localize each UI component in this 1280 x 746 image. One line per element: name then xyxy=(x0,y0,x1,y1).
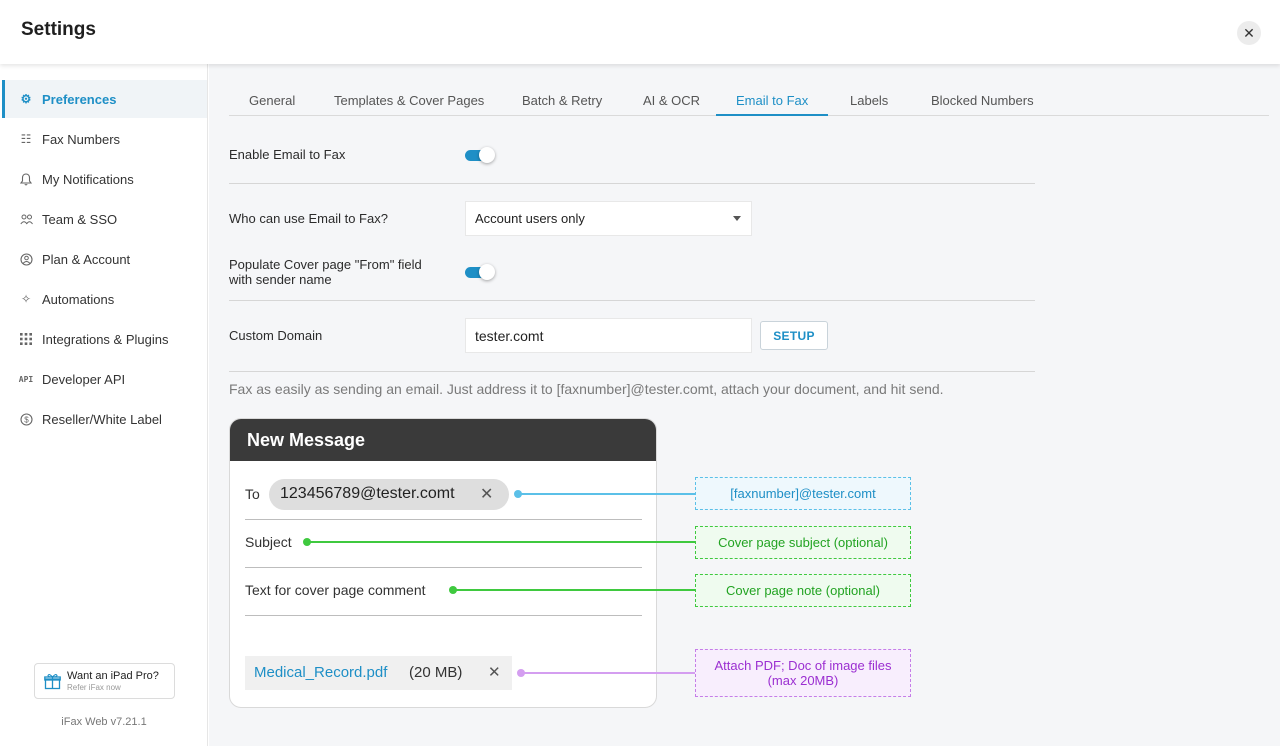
settings-main-panel: General Templates & Cover Pages Batch & … xyxy=(209,64,1280,746)
promo-title: Want an iPad Pro? xyxy=(67,670,159,682)
tab-templates-cover-pages[interactable]: Templates & Cover Pages xyxy=(334,93,484,108)
sidebar-item-label: Plan & Account xyxy=(42,251,131,267)
tab-ai-ocr[interactable]: AI & OCR xyxy=(643,93,700,108)
attach-callout-line2: (max 20MB) xyxy=(767,673,839,688)
attach-callout-line1: Attach PDF; Doc of image files xyxy=(714,658,892,673)
settings-tabs: General Templates & Cover Pages Batch & … xyxy=(229,86,1269,116)
sidebar-item-label: Developer API xyxy=(42,371,126,387)
populate-from-label-line2: with sender name xyxy=(229,272,332,287)
sidebar-item-reseller-white-label[interactable]: $ Reseller/White Label xyxy=(2,400,207,438)
sidebar-item-fax-numbers[interactable]: ☷ Fax Numbers xyxy=(2,120,207,158)
close-icon: ✕ xyxy=(488,664,501,681)
sidebar-item-automations[interactable]: ✧ Automations xyxy=(2,280,207,318)
subject-connector-line xyxy=(307,541,695,543)
sidebar-item-label: Fax Numbers xyxy=(42,131,121,147)
sidebar-item-label: Team & SSO xyxy=(42,211,118,227)
email-to-fax-help-text: Fax as easily as sending an email. Just … xyxy=(229,381,944,397)
new-message-preview: New Message To 123456789@tester.comt ✕ S… xyxy=(229,418,657,708)
toggle-knob xyxy=(479,147,495,163)
field-divider xyxy=(245,615,642,616)
who-can-use-label: Who can use Email to Fax? xyxy=(229,211,388,226)
to-callout: [faxnumber]@tester.comt xyxy=(695,477,911,510)
team-icon xyxy=(19,212,33,226)
subject-callout: Cover page subject (optional) xyxy=(695,526,911,559)
custom-domain-label: Custom Domain xyxy=(229,328,323,343)
sidebar-item-integrations-plugins[interactable]: Integrations & Plugins xyxy=(2,320,207,358)
close-icon: ✕ xyxy=(1243,24,1255,41)
field-divider xyxy=(245,567,642,568)
sidebar-item-team-sso[interactable]: Team & SSO xyxy=(2,200,207,238)
api-icon: API xyxy=(18,374,34,384)
tab-batch-retry[interactable]: Batch & Retry xyxy=(522,93,602,108)
recipient-chip: 123456789@tester.comt ✕ xyxy=(269,479,509,510)
custom-domain-input[interactable] xyxy=(465,318,752,353)
svg-text:$: $ xyxy=(24,415,29,424)
sidebar-item-label: Reseller/White Label xyxy=(42,411,162,427)
chevron-down-icon xyxy=(733,216,741,221)
populate-from-toggle[interactable] xyxy=(465,263,495,281)
divider xyxy=(229,183,1035,184)
bell-icon xyxy=(19,172,33,186)
field-divider xyxy=(245,519,642,520)
close-button[interactable]: ✕ xyxy=(1237,21,1261,45)
setup-button[interactable]: SETUP xyxy=(760,321,828,350)
new-message-header: New Message xyxy=(230,419,656,461)
populate-from-label: Populate Cover page "From" field with se… xyxy=(229,257,422,287)
divider xyxy=(229,371,1035,372)
recipient-address: 123456789@tester.comt xyxy=(280,485,455,502)
who-can-use-select[interactable]: Account users only xyxy=(465,201,752,236)
settings-titlebar: Settings ✕ xyxy=(0,0,1280,64)
enable-email-to-fax-label: Enable Email to Fax xyxy=(229,147,346,162)
attachment-size: (20 MB) xyxy=(409,664,463,681)
sidebar-item-preferences[interactable]: ⚙ Preferences xyxy=(2,80,207,118)
tab-general[interactable]: General xyxy=(249,93,295,108)
populate-from-label-line1: Populate Cover page "From" field xyxy=(229,257,422,272)
note-connector-line xyxy=(453,589,695,591)
attachment-filename: Medical_Record.pdf xyxy=(254,664,388,681)
dollar-icon: $ xyxy=(19,412,33,426)
account-icon xyxy=(19,252,33,266)
close-icon: ✕ xyxy=(480,486,494,503)
sidebar: ⚙ Preferences ☷ Fax Numbers My Notificat… xyxy=(0,64,208,746)
toggle-knob xyxy=(479,264,495,280)
tab-labels[interactable]: Labels xyxy=(850,93,888,108)
tab-email-to-fax[interactable]: Email to Fax xyxy=(736,93,808,108)
attachment-chip: Medical_Record.pdf (20 MB) ✕ xyxy=(245,656,512,690)
to-connector-line xyxy=(518,493,695,495)
grid-icon xyxy=(19,332,33,346)
gift-icon xyxy=(44,673,61,690)
divider xyxy=(229,300,1035,301)
select-value: Account users only xyxy=(475,211,585,226)
app-version: iFax Web v7.21.1 xyxy=(61,716,147,728)
note-callout: Cover page note (optional) xyxy=(695,574,911,607)
sidebar-item-plan-account[interactable]: Plan & Account xyxy=(2,240,207,278)
sidebar-item-label: Automations xyxy=(42,291,115,307)
new-message-title: New Message xyxy=(247,430,366,450)
promo-subtitle: Refer iFax now xyxy=(67,683,121,692)
refer-promo-card[interactable]: Want an iPad Pro? Refer iFax now xyxy=(34,663,175,699)
sidebar-item-label: Preferences xyxy=(42,91,117,107)
tab-blocked-numbers[interactable]: Blocked Numbers xyxy=(931,93,1034,108)
attach-callout: Attach PDF; Doc of image files (max 20MB… xyxy=(695,649,911,697)
keypad-icon: ☷ xyxy=(20,132,32,146)
page-title: Settings xyxy=(21,19,96,40)
enable-email-to-fax-toggle[interactable] xyxy=(465,146,495,164)
attach-connector-line xyxy=(521,672,695,674)
gear-icon: ⚙ xyxy=(20,92,32,106)
active-tab-indicator xyxy=(716,114,828,116)
to-label: To xyxy=(245,486,260,502)
sidebar-item-label: Integrations & Plugins xyxy=(42,331,169,347)
comment-label: Text for cover page comment xyxy=(245,582,426,598)
sparkle-icon: ✧ xyxy=(20,292,32,306)
sidebar-item-developer-api[interactable]: API Developer API xyxy=(2,360,207,398)
sidebar-item-my-notifications[interactable]: My Notifications xyxy=(2,160,207,198)
sidebar-item-label: My Notifications xyxy=(42,171,134,187)
subject-label: Subject xyxy=(245,534,292,550)
